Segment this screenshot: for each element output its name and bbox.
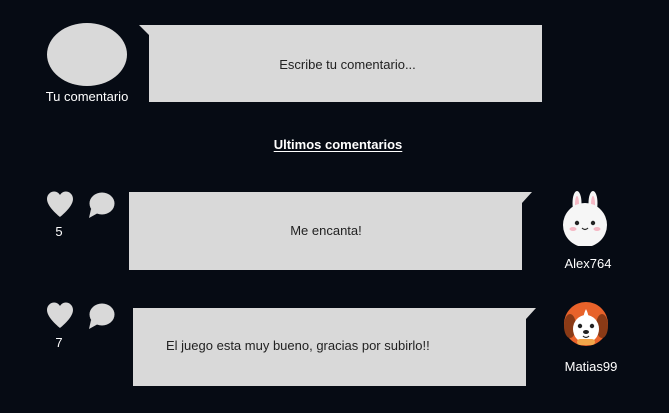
- composer-avatar-caption: Tu comentario: [45, 89, 129, 104]
- comment-text: Me encanta!: [290, 223, 362, 238]
- latest-comments-heading[interactable]: Ultimos comentarios: [0, 137, 669, 152]
- comment-bubble: El juego esta muy bueno, gracias por sub…: [133, 308, 536, 386]
- comment-bubble-icon[interactable]: [87, 192, 115, 218]
- bunny-avatar-icon[interactable]: [562, 190, 608, 246]
- heart-icon[interactable]: [46, 302, 74, 329]
- comment-input[interactable]: [149, 25, 546, 104]
- comment-text: El juego esta muy bueno, gracias por sub…: [166, 338, 430, 353]
- comment-item: 7 El juego esta muy bueno, gracias por s…: [0, 301, 669, 396]
- comments-screen: Tu comentario Ultimos comentarios 5 Me e…: [0, 0, 669, 413]
- dog-avatar-icon[interactable]: [563, 301, 609, 347]
- comment-username[interactable]: Matias99: [554, 359, 628, 374]
- comment-username[interactable]: Alex764: [551, 256, 625, 271]
- like-count: 7: [55, 335, 63, 350]
- comment-bubble-icon[interactable]: [87, 303, 115, 329]
- comment-composer[interactable]: [139, 25, 546, 104]
- user-avatar-placeholder: [47, 23, 127, 86]
- heart-icon[interactable]: [46, 191, 74, 218]
- comment-item: 5 Me encanta! Alex764: [0, 190, 669, 285]
- like-count: 5: [55, 224, 63, 239]
- comment-bubble: Me encanta!: [129, 192, 532, 270]
